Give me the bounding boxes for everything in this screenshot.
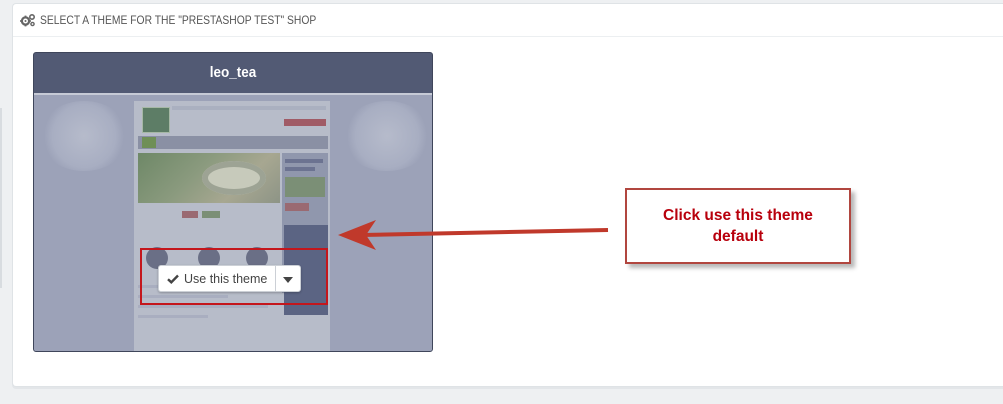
caret-down-icon: [283, 270, 294, 288]
preview-decoration: [39, 101, 129, 171]
preview-topbar: [172, 106, 326, 110]
check-icon: [167, 274, 179, 284]
annotation-callout: Click use this theme default: [625, 188, 851, 264]
panel-heading: SELECT A THEME FOR THE "PRESTASHOP TEST"…: [13, 4, 1003, 37]
preview-decoration: [342, 101, 432, 171]
preview-navbar: [138, 136, 328, 149]
panel-title: SELECT A THEME FOR THE "PRESTASHOP TEST"…: [40, 13, 317, 27]
use-this-theme-button[interactable]: Use this theme: [158, 265, 276, 292]
preview-cart: [284, 119, 326, 126]
theme-selection-panel: SELECT A THEME FOR THE "PRESTASHOP TEST"…: [12, 3, 1003, 387]
preview-logo: [142, 107, 170, 133]
use-theme-button-group: Use this theme: [158, 265, 302, 292]
page-edge-divider: [0, 108, 2, 288]
theme-card: leo_tea Use this theme: [33, 52, 433, 352]
theme-name: leo_tea: [209, 63, 257, 81]
preview-home-tab: [142, 137, 156, 148]
preview-hero-cup: [202, 161, 266, 195]
gears-icon: [20, 13, 36, 27]
theme-options-dropdown-button[interactable]: [275, 265, 302, 292]
use-this-theme-label: Use this theme: [184, 271, 268, 286]
preview-price-row: [182, 211, 252, 218]
callout-text: Click use this theme default: [663, 207, 813, 245]
annotation-arrow: [338, 220, 609, 250]
